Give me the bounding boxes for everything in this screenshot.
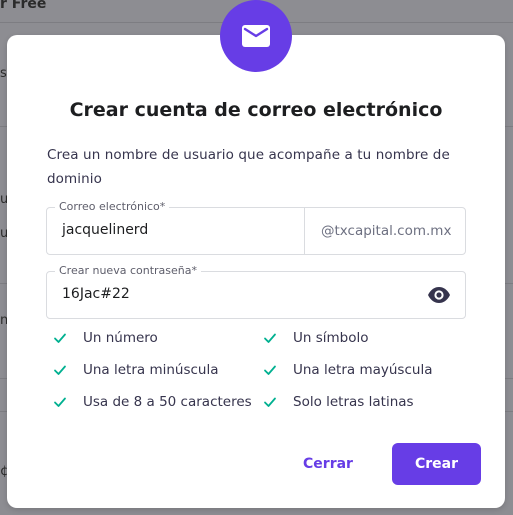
dialog-title: Crear cuenta de correo electrónico [69,99,443,121]
requirement-item: Una letra mayúscula [263,362,432,378]
envelope-icon [242,25,270,47]
background-fragment: s [0,66,7,81]
email-field[interactable]: Correo electrónico* jacquelinerd @txcapi… [46,200,466,255]
requirement-label: Una letra mayúscula [293,362,433,378]
check-icon [264,365,276,375]
check-icon [264,397,276,407]
domain-suffix: @txcapital.com.mx [304,208,465,254]
email-field-label: Correo electrónico* [55,200,170,214]
requirement-label: Usa de 8 a 50 caracteres [83,394,252,410]
requirement-item: Una letra minúscula [53,362,219,378]
check-icon [54,333,66,343]
requirement-item: Un número [53,330,158,346]
close-button[interactable]: Cerrar [290,443,366,485]
password-field[interactable]: Crear nueva contraseña* 16Jac#22 [46,264,466,319]
password-field-label: Crear nueva contraseña* [55,264,201,278]
dialog-description: Crea un nombre de usuario que acompañe a… [47,147,450,187]
create-button[interactable]: Crear [392,443,481,485]
email-input[interactable]: jacquelinerd [62,222,148,238]
requirement-label: Un número [83,330,158,346]
password-input[interactable]: 16Jac#22 [62,286,130,302]
requirement-label: Una letra minúscula [83,362,219,378]
check-icon [54,365,66,375]
background-header-text: r Free [0,0,47,12]
check-icon [264,333,276,343]
create-email-dialog: Crear cuenta de correo electrónico Crea … [7,0,505,508]
requirement-label: Un símbolo [293,330,369,346]
requirement-item: Solo letras latinas [263,394,414,410]
requirement-item: Usa de 8 a 50 caracteres [53,394,252,410]
requirement-item: Un símbolo [263,330,369,346]
check-icon [54,397,66,407]
requirement-label: Solo letras latinas [293,394,414,410]
eye-icon[interactable] [427,285,451,305]
envelope-badge [220,0,292,72]
